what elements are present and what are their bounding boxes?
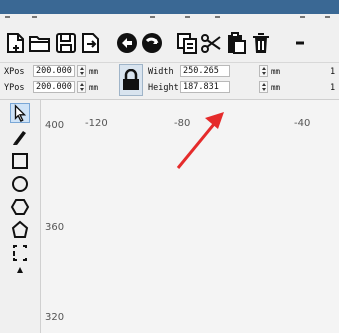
menu-bar-fragment — [0, 14, 339, 26]
height-label: Height — [148, 83, 179, 93]
left-toolbox — [0, 100, 41, 333]
paste-button[interactable] — [223, 30, 249, 56]
xpos-unit: mm — [89, 67, 99, 76]
copy-icon — [177, 33, 197, 54]
pen-icon — [13, 131, 26, 145]
ruler-x-label: -80 — [174, 118, 191, 129]
aspect-lock-button[interactable] — [119, 64, 143, 96]
circle-forward-icon — [142, 33, 162, 53]
xpos-label: XPos — [4, 67, 25, 77]
paste-icon — [228, 32, 246, 54]
next-circle-button[interactable] — [139, 30, 165, 56]
properties-bar: XPos 200.000 mm YPos 200.000 mm Width 25… — [0, 63, 339, 100]
lock-icon — [123, 69, 139, 90]
ypos-unit: mm — [89, 83, 99, 92]
tool-partial-icon — [17, 267, 23, 273]
cut-off-text-1: 1 — [330, 67, 336, 77]
width-label: Width — [148, 67, 174, 77]
pentagon-tool[interactable] — [10, 220, 30, 240]
save-icon — [56, 33, 76, 53]
new-file-icon — [7, 33, 24, 53]
import-button[interactable] — [78, 30, 104, 56]
ruler-y-label: 320 — [45, 312, 65, 323]
select-tool[interactable] — [10, 103, 30, 123]
folder-icon — [29, 36, 50, 52]
cut-off-text-2: 1 — [330, 83, 336, 93]
cut-button[interactable] — [198, 30, 224, 56]
main-toolbar — [0, 26, 339, 63]
scissors-icon — [201, 34, 221, 53]
ruler-y-label: 360 — [45, 222, 65, 233]
width-spinner[interactable] — [259, 65, 268, 77]
pen-tool[interactable] — [10, 127, 30, 147]
hexagon-icon — [10, 199, 30, 215]
ypos-field[interactable]: 200.000 — [33, 81, 75, 93]
ruler-x-label: -120 — [85, 118, 108, 129]
new-file-button[interactable] — [3, 30, 29, 56]
trash-icon — [253, 33, 269, 53]
xpos-field[interactable]: 200.000 — [33, 65, 75, 77]
height-spinner[interactable] — [259, 81, 268, 93]
width-unit: mm — [271, 67, 281, 76]
save-button[interactable] — [53, 30, 79, 56]
polygon-tool[interactable] — [10, 197, 30, 217]
ellipse-tool[interactable] — [10, 174, 30, 194]
prev-circle-button[interactable] — [114, 30, 140, 56]
width-field[interactable]: 250.265 — [180, 65, 230, 77]
ruler-x-label: -40 — [294, 118, 311, 129]
open-folder-button[interactable] — [27, 30, 53, 56]
xpos-spinner[interactable] — [77, 65, 86, 77]
more-icon — [296, 41, 304, 45]
rectangle-tool[interactable] — [10, 151, 30, 171]
height-unit: mm — [271, 83, 281, 92]
title-bar — [0, 0, 339, 14]
circle-icon — [12, 176, 28, 192]
select-arrow-icon — [14, 104, 27, 123]
circle-back-icon — [117, 33, 137, 53]
more-button[interactable] — [283, 30, 309, 56]
rectangle-icon — [12, 153, 28, 169]
more-tools[interactable] — [10, 263, 30, 273]
pentagon-icon — [11, 220, 29, 238]
copy-button[interactable] — [174, 30, 200, 56]
ypos-label: YPos — [4, 83, 25, 93]
import-icon — [82, 33, 99, 53]
ypos-spinner[interactable] — [77, 81, 86, 93]
delete-button[interactable] — [248, 30, 274, 56]
height-field[interactable]: 187.831 — [180, 81, 230, 93]
ruler-y-label: 400 — [45, 120, 65, 131]
drawing-canvas[interactable]: -120 -80 -40 400 360 320 — [41, 100, 339, 333]
